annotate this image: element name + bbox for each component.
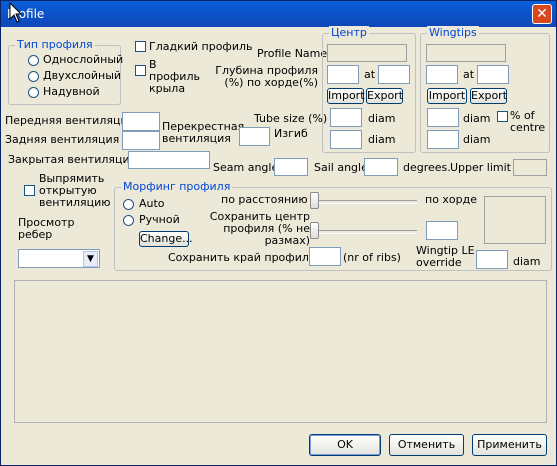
sail-angle-field[interactable] xyxy=(364,158,398,176)
tube-size-field[interactable] xyxy=(239,127,270,146)
wingtips-at-label: at xyxy=(463,68,475,81)
wingtip-le-diam-label: diam xyxy=(513,255,541,268)
straighten-vent-checkbox[interactable] xyxy=(24,185,35,196)
keep-edge-field[interactable] xyxy=(309,247,341,266)
morph-slider-thumb[interactable] xyxy=(310,192,319,209)
smooth-profile-checkbox[interactable] xyxy=(135,41,146,52)
rear-vent-label: Задняя вентиляция xyxy=(5,133,120,146)
wingtips-diam2-field[interactable] xyxy=(427,130,459,149)
morph-manual-radio[interactable] xyxy=(123,215,134,226)
morph-preview-box xyxy=(484,196,546,244)
into-wing-profile-label: В профиль крыла xyxy=(149,58,200,95)
by-chord-label: по хорде xyxy=(425,193,478,206)
front-vent-label: Передняя вентиляция xyxy=(5,114,135,127)
by-distance-label: по расстоянию xyxy=(221,193,308,206)
keep-center-label: Сохранить центр профиля (% не размах) xyxy=(209,210,310,247)
keep-center-slider-track xyxy=(312,230,417,234)
into-wing-profile-checkbox[interactable] xyxy=(135,65,146,76)
change-button[interactable]: Change... xyxy=(139,231,193,247)
profile-name-label: Profile Name xyxy=(257,47,328,60)
keep-center-field[interactable] xyxy=(426,221,458,240)
center-title: Центр xyxy=(329,26,369,40)
seam-angle-label: Seam angle xyxy=(213,161,279,174)
rib-view-combo[interactable]: ▼ xyxy=(18,249,100,268)
wingtips-export-button[interactable]: Export xyxy=(470,88,507,104)
bend-label: Изгиб xyxy=(274,127,308,140)
chevron-down-icon[interactable]: ▼ xyxy=(83,251,98,267)
tube-size-label: Tube size (%) xyxy=(254,112,328,125)
center-chord-field[interactable] xyxy=(378,65,410,84)
wingtips-diam2-label: diam xyxy=(463,133,491,146)
rear-vent-field[interactable] xyxy=(122,131,160,150)
center-diam1-label: diam xyxy=(368,112,396,125)
smooth-profile-label: Гладкий профиль xyxy=(149,40,253,53)
wingtips-depth-field[interactable] xyxy=(426,65,458,84)
ok-button[interactable]: OK xyxy=(309,434,381,456)
wingtips-chord-field[interactable] xyxy=(477,65,509,84)
wingtip-le-field[interactable] xyxy=(476,250,508,269)
title-bar[interactable]: Profile ✕ xyxy=(1,1,556,27)
center-at-label: at xyxy=(364,68,376,81)
center-diam2-label: diam xyxy=(368,133,396,146)
profile-preview-panel xyxy=(14,280,547,423)
center-profile-name-field[interactable] xyxy=(327,44,407,62)
upper-limit-field xyxy=(513,159,547,176)
pct-of-centre-label: % of centre xyxy=(510,109,546,134)
keep-edge-label: Сохранить край профиля xyxy=(168,251,316,264)
center-diam2-field[interactable] xyxy=(330,130,362,149)
cancel-button[interactable]: Отменить xyxy=(389,434,464,456)
apply-button[interactable]: Применить xyxy=(472,434,547,456)
closed-vent-label: Закрытая вентиляция xyxy=(8,153,137,166)
wingtips-diam1-field[interactable] xyxy=(427,108,459,127)
cross-vent-label: Перекрестная вентиляция xyxy=(162,120,245,145)
pct-of-centre-checkbox[interactable] xyxy=(497,111,508,122)
wingtips-import-button[interactable]: Import xyxy=(427,88,467,104)
radio-double-layer-label: Двухслойный xyxy=(43,69,122,82)
radio-inflatable[interactable] xyxy=(28,87,39,98)
degrees-label: degrees. xyxy=(403,161,451,174)
sail-angle-label: Sail angle xyxy=(314,161,368,174)
straighten-vent-label: Выпрямить открытую вентиляцию xyxy=(39,172,111,209)
close-icon[interactable]: ✕ xyxy=(532,4,552,24)
wingtip-le-override-label: Wingtip LE override xyxy=(416,244,475,269)
seam-angle-field[interactable] xyxy=(274,158,308,176)
wingtips-diam1-label: diam xyxy=(463,112,491,125)
morphing-title: Морфинг профиля xyxy=(121,180,233,194)
profile-type-title: Тип профиля xyxy=(15,38,95,52)
mouse-cursor-icon xyxy=(9,2,23,23)
dialog-client-area: Тип профиля Однослойный Двухслойный Наду… xyxy=(2,26,555,464)
morph-auto-label: Auto xyxy=(139,197,165,210)
center-depth-field[interactable] xyxy=(327,65,359,84)
wingtips-profile-name-field[interactable] xyxy=(426,44,506,62)
center-diam1-field[interactable] xyxy=(330,108,362,127)
radio-double-layer[interactable] xyxy=(28,71,39,82)
radio-single-layer-label: Однослойный xyxy=(43,53,124,66)
front-vent-field[interactable] xyxy=(122,112,160,131)
radio-single-layer[interactable] xyxy=(28,55,39,66)
morph-auto-radio[interactable] xyxy=(123,199,134,210)
closed-vent-field[interactable] xyxy=(128,151,210,169)
depth-label: Глубина профиля (%) по хорде(%) xyxy=(215,64,318,89)
center-export-button[interactable]: Export xyxy=(366,88,403,104)
wingtips-title: Wingtips xyxy=(427,26,479,40)
keep-center-slider-thumb[interactable] xyxy=(310,222,319,239)
profile-dialog: Profile ✕ Тип профиля Однослойный Двухсл… xyxy=(0,0,557,466)
radio-inflatable-label: Надувной xyxy=(43,85,100,98)
nr-of-ribs-label: (nr of ribs) xyxy=(343,251,401,264)
morph-manual-label: Ручной xyxy=(139,213,180,226)
rib-view-label: Просмотр ребер xyxy=(18,216,75,241)
center-import-button[interactable]: Import xyxy=(327,88,365,104)
morph-slider-track xyxy=(312,200,417,204)
